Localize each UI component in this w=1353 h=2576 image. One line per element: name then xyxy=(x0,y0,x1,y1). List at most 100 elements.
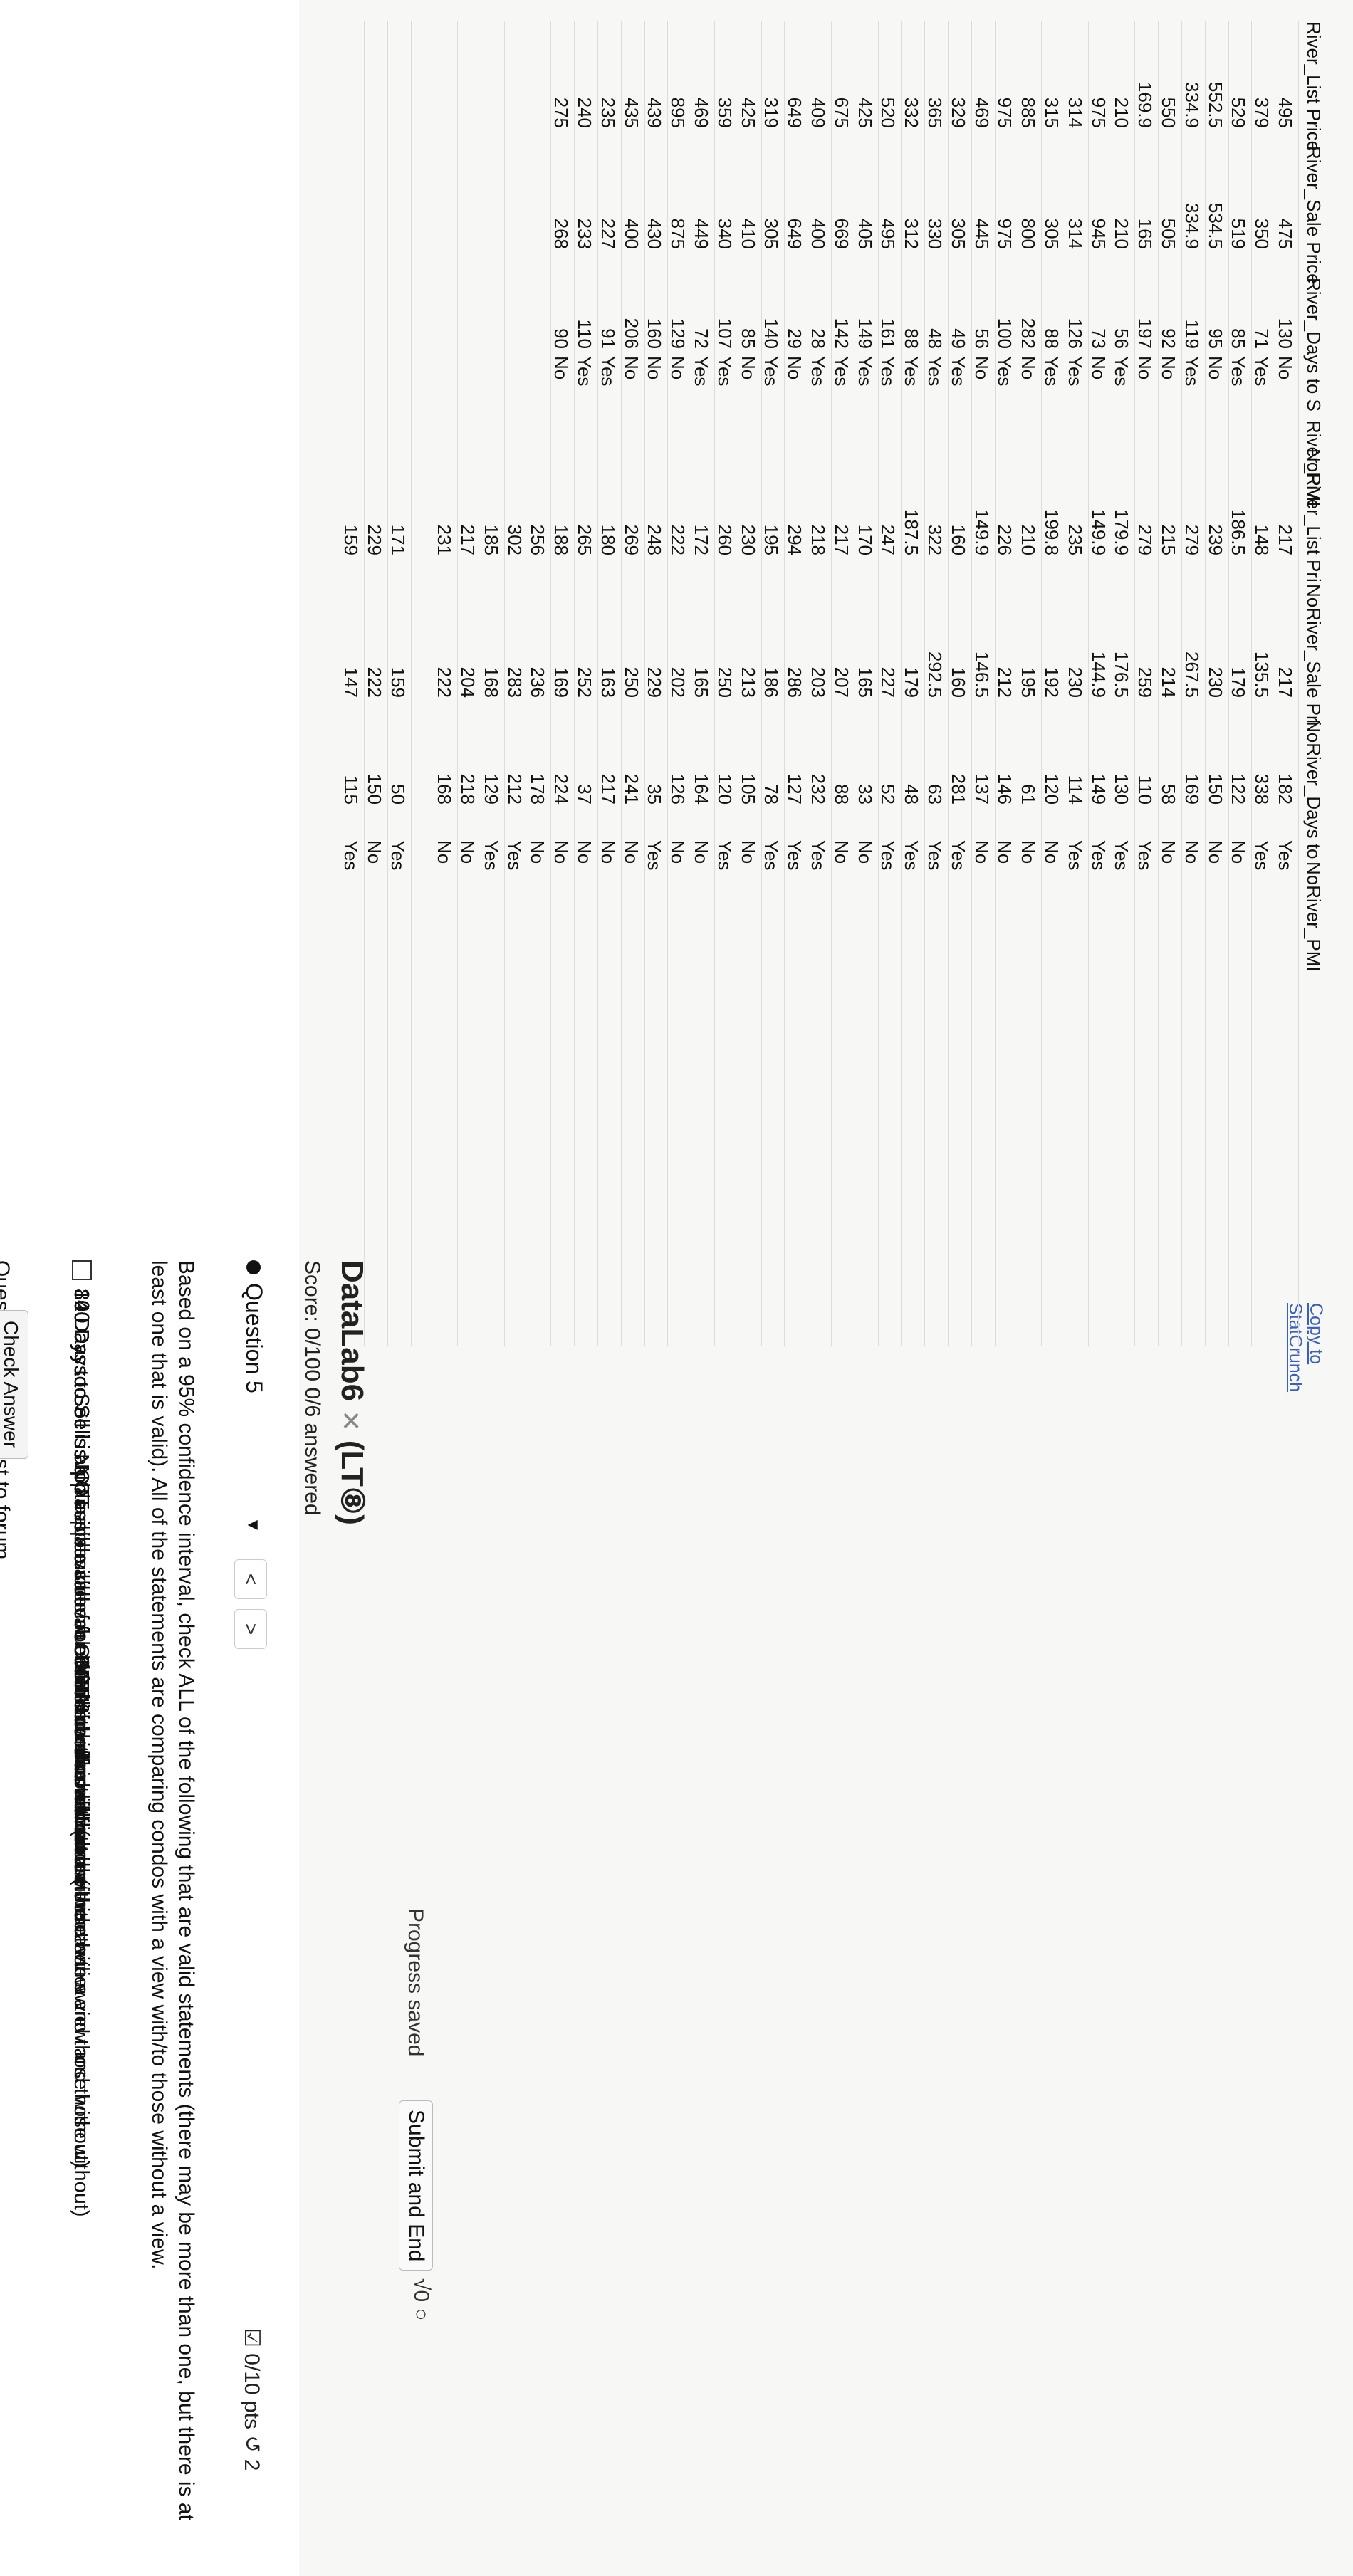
table-cell: 430 xyxy=(644,218,666,249)
table-cell: 176.5 xyxy=(1111,651,1133,698)
check-answer-button[interactable]: Check Answer xyxy=(0,1310,28,1459)
table-cell: 91 xyxy=(597,328,619,349)
table-cell: Yes xyxy=(947,356,969,387)
table-cell: 294 xyxy=(784,524,806,555)
table-cell: 130 xyxy=(1111,773,1133,805)
table-cell: 56 xyxy=(971,328,993,349)
table-cell: 159 xyxy=(340,524,362,555)
table-cell: 58 xyxy=(1158,784,1179,805)
table-cell: Yes xyxy=(761,840,783,871)
table-cell: 144.9 xyxy=(1087,651,1109,698)
grid-line xyxy=(1158,21,1159,1346)
grid-line xyxy=(1041,21,1043,1346)
table-cell: No xyxy=(971,356,993,380)
table-cell: 137 xyxy=(971,773,993,805)
table-cell: 163 xyxy=(597,666,619,698)
table-cell: 265 xyxy=(574,524,595,555)
table-cell: Yes xyxy=(901,840,923,871)
grid-line xyxy=(597,21,598,1346)
table-cell: 165 xyxy=(1134,218,1156,249)
checkbox-icon[interactable] xyxy=(72,1260,92,1280)
table-cell: 227 xyxy=(597,218,619,249)
table-cell: Yes xyxy=(1041,356,1062,387)
grid-line xyxy=(550,21,552,1346)
table-cell: 129 xyxy=(667,318,689,349)
grid-line xyxy=(1181,21,1182,1346)
table-cell: No xyxy=(667,356,689,380)
table-cell: 192 xyxy=(1041,666,1062,698)
table-cell: 197 xyxy=(1134,318,1156,349)
table-cell: 212 xyxy=(503,773,526,805)
table-cell: No xyxy=(1018,356,1040,380)
table-cell: 150 xyxy=(1204,773,1226,805)
table-cell: 215 xyxy=(1158,524,1179,555)
table-cell: No xyxy=(1158,840,1179,864)
table-cell: No xyxy=(1087,356,1109,380)
table-cell: 169.9 xyxy=(1134,81,1156,128)
table-cell: 445 xyxy=(971,218,993,249)
table-cell: 649 xyxy=(784,218,806,249)
grid-line xyxy=(387,21,388,1346)
table-cell: Yes xyxy=(1181,356,1203,387)
table-cell: 206 xyxy=(620,318,642,349)
table-cell: 188 xyxy=(550,524,573,555)
table-cell: 52 xyxy=(877,784,899,805)
table-cell: 400 xyxy=(808,218,829,249)
table-cell: 95 xyxy=(1204,328,1226,349)
table-cell: 63 xyxy=(924,784,946,805)
table-cell: 250 xyxy=(714,666,736,698)
question-nav: Question 5 ▼ < > ☑ 0/10 pts ↺ 2 xyxy=(224,1260,267,2556)
table-cell: Yes xyxy=(854,356,876,387)
table-cell: No xyxy=(1018,840,1040,864)
grid-line xyxy=(714,21,715,1346)
table-cell: 120 xyxy=(714,773,736,805)
table-cell: 675 xyxy=(830,97,852,128)
table-cell: 179 xyxy=(1228,666,1250,698)
grid-line xyxy=(924,21,926,1346)
answer-option[interactable]: 120 Days to Sell is a plausible value fo… xyxy=(68,1260,94,2542)
prev-question-button[interactable]: < xyxy=(234,1559,267,1599)
table-cell: 425 xyxy=(854,97,876,128)
table-cell: Yes xyxy=(1111,356,1133,387)
table-cell: 169 xyxy=(550,666,573,698)
table-cell: Yes xyxy=(924,840,946,871)
tools-icons[interactable]: √0 ○ xyxy=(409,2278,433,2321)
table-cell: No xyxy=(1204,356,1226,380)
table-cell: 529 xyxy=(1228,97,1250,128)
question-label: Question 5 xyxy=(241,1260,267,1393)
submit-and-end-button[interactable]: Submit and End xyxy=(399,2100,433,2271)
question-dropdown-icon[interactable]: ▼ xyxy=(243,1517,263,1534)
table-cell: 322 xyxy=(924,524,946,555)
table-cell: No xyxy=(994,840,1016,864)
grid-line xyxy=(620,21,622,1346)
table-cell: 203 xyxy=(808,666,829,698)
table-cell: 119 xyxy=(1181,319,1203,349)
grid-line xyxy=(1251,21,1253,1346)
grid-line xyxy=(971,21,972,1346)
table-cell: 330 xyxy=(924,218,946,249)
copy-to-statcrunch-link[interactable]: Copy to StatCrunch xyxy=(1285,1303,1326,1392)
table-cell: 945 xyxy=(1087,218,1109,249)
table-cell: Yes xyxy=(597,356,619,387)
table-cell: 235 xyxy=(597,97,619,128)
table-cell: Yes xyxy=(924,356,946,387)
table-cell: 178 xyxy=(527,773,549,805)
table-cell: 199.8 xyxy=(1041,508,1062,555)
table-cell: Yes xyxy=(691,356,712,387)
table-cell: 439 xyxy=(644,97,666,128)
table-cell: 169 xyxy=(1181,773,1203,805)
grid-line xyxy=(457,21,459,1346)
next-question-button[interactable]: > xyxy=(234,1609,267,1649)
table-cell: 283 xyxy=(503,666,526,698)
table-cell: 292.5 xyxy=(924,651,946,698)
table-cell: 218 xyxy=(457,773,479,805)
table-cell: 329 xyxy=(947,97,969,128)
status-dot-icon xyxy=(246,1260,261,1274)
table-cell: Yes xyxy=(877,356,899,387)
table-cell: 365 xyxy=(924,97,946,128)
table-cell: 520 xyxy=(877,97,899,128)
table-cell: 213 xyxy=(737,666,759,698)
table-cell: 168 xyxy=(434,773,456,805)
table-cell: 252 xyxy=(574,666,595,698)
table-cell: 185 xyxy=(480,524,502,555)
